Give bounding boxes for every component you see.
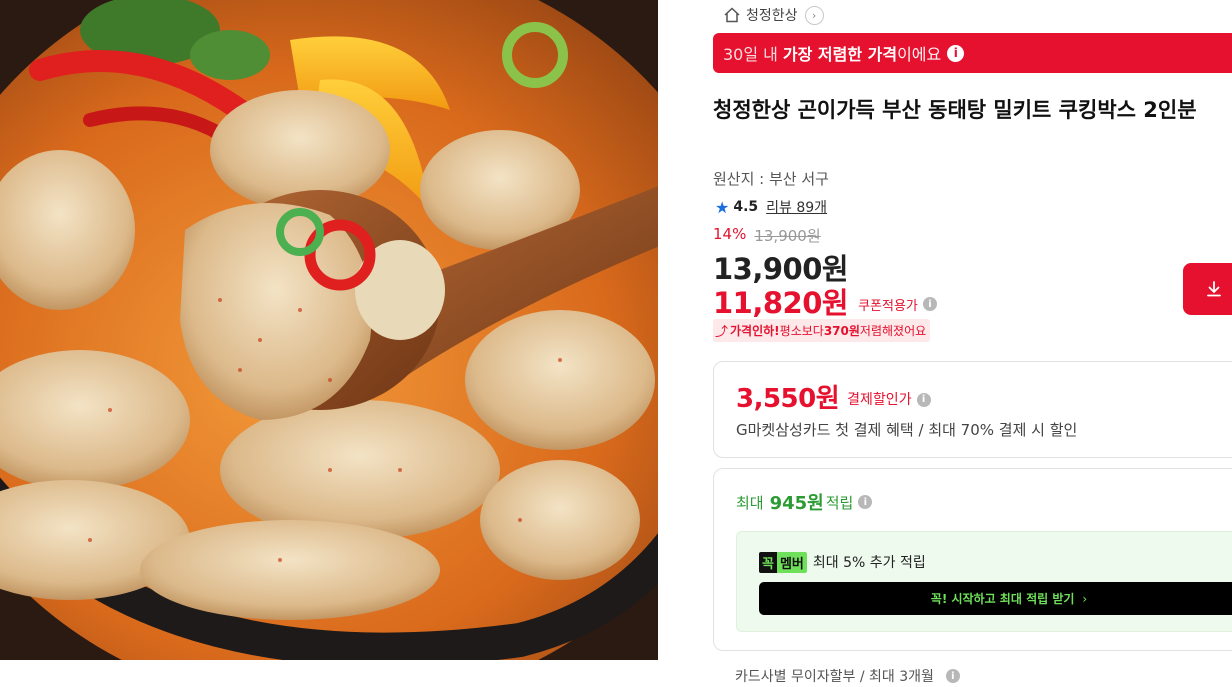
member-benefit-panel: 꼭 멤버 최대 5% 추가 적립 꼭! 시작하고 최대 적립 받기 › xyxy=(736,531,1232,632)
review-count-link[interactable]: 리뷰 89개 xyxy=(766,197,827,217)
lowest-banner-prefix: 30일 내 xyxy=(723,45,778,64)
info-icon[interactable]: i xyxy=(947,44,965,62)
points-suffix: 적립 xyxy=(825,493,854,512)
coupon-price-row: 11,820원 쿠폰적용가 i xyxy=(713,280,937,322)
installment-info: 카드사별 무이자할부 / 최대 3개월 i xyxy=(735,666,960,686)
start-membership-label: 꼭! 시작하고 최대 적립 받기 xyxy=(930,592,1075,606)
shop-link[interactable]: 청정한상 › xyxy=(723,4,824,26)
home-icon xyxy=(724,7,740,23)
start-membership-button[interactable]: 꼭! 시작하고 최대 적립 받기 › xyxy=(759,582,1232,615)
points-amount: 945원 xyxy=(769,493,824,514)
installment-text: 카드사별 무이자할부 / 최대 3개월 xyxy=(735,669,934,685)
lowest-banner-emphasis: 가장 저렴한 가격 xyxy=(782,45,898,64)
payment-discount-price-row: 3,550원 결제할인가 i xyxy=(736,378,931,415)
points-prefix: 최대 xyxy=(736,493,764,512)
discount-row: 14% 13,900원 xyxy=(713,225,821,246)
coupon-download-button[interactable] xyxy=(1183,263,1232,315)
info-icon[interactable]: i xyxy=(916,392,931,407)
payment-discount-description: G마켓삼성카드 첫 결제 혜택 / 최대 70% 결제 시 할인 xyxy=(736,421,1078,439)
coupon-price: 11,820원 xyxy=(713,286,849,320)
member-badge-right: 멤버 xyxy=(776,551,807,573)
download-icon xyxy=(1207,281,1221,297)
rating-row: ★ 4.5 리뷰 89개 xyxy=(715,197,827,217)
price-drop-badge: ⤴ 가격인하! 평소보다 370원 저렴해졌어요 xyxy=(713,319,931,342)
lowest-banner-suffix: 이에요 xyxy=(897,45,942,64)
price-drop-tail: 저렴해졌어요 xyxy=(859,324,927,338)
price-drop-lead: 가격인하! xyxy=(730,324,780,338)
max-points-row: 최대 945원 적립 i xyxy=(736,489,873,515)
chevron-right-icon: › xyxy=(1082,591,1088,606)
discount-percent: 14% xyxy=(713,225,747,243)
coupon-price-label: 쿠폰적용가 xyxy=(858,298,918,314)
chevron-right-icon[interactable]: › xyxy=(804,5,824,25)
member-extra-points: 최대 5% 추가 적립 xyxy=(812,555,926,571)
info-icon[interactable]: i xyxy=(945,669,960,683)
payment-discount-box: 3,550원 결제할인가 i G마켓삼성카드 첫 결제 혜택 / 최대 70% … xyxy=(713,361,1232,458)
product-info-panel: 청정한상 › 30일 내 가장 저렴한 가격 이에요 i 청정한상 곤이가득 부… xyxy=(713,0,1232,687)
product-title: 청정한상 곤이가득 부산 동태탕 밀키트 쿠킹박스 2인분 xyxy=(713,98,1197,122)
product-origin: 원산지 : 부산 서구 xyxy=(713,170,829,188)
payment-discount-amount: 3,550원 xyxy=(736,384,840,414)
product-photo-illustration xyxy=(0,0,658,660)
original-price: 13,900원 xyxy=(754,227,821,245)
info-icon[interactable]: i xyxy=(922,297,937,311)
shop-name: 청정한상 xyxy=(746,8,798,24)
info-icon[interactable]: i xyxy=(858,495,873,509)
kkok-member-badge: 꼭 멤버 xyxy=(759,551,807,573)
member-benefit-row: 꼭 멤버 최대 5% 추가 적립 xyxy=(759,551,926,573)
star-icon: ★ xyxy=(715,197,730,217)
price-drop-amount: 370원 xyxy=(823,324,860,338)
member-badge-left: 꼭 xyxy=(759,551,777,573)
payment-discount-label: 결제할인가 xyxy=(847,391,912,408)
price-drop-text: 평소보다 xyxy=(779,324,824,338)
rating-value: 4.5 xyxy=(733,199,759,215)
price-down-icon: ⤴ xyxy=(715,325,729,340)
points-box: 최대 945원 적립 i 꼭 멤버 최대 5% 추가 적립 꼭! 시작하고 최대 … xyxy=(713,468,1232,651)
lowest-price-banner: 30일 내 가장 저렴한 가격 이에요 i xyxy=(713,33,1232,73)
product-image xyxy=(0,0,658,660)
